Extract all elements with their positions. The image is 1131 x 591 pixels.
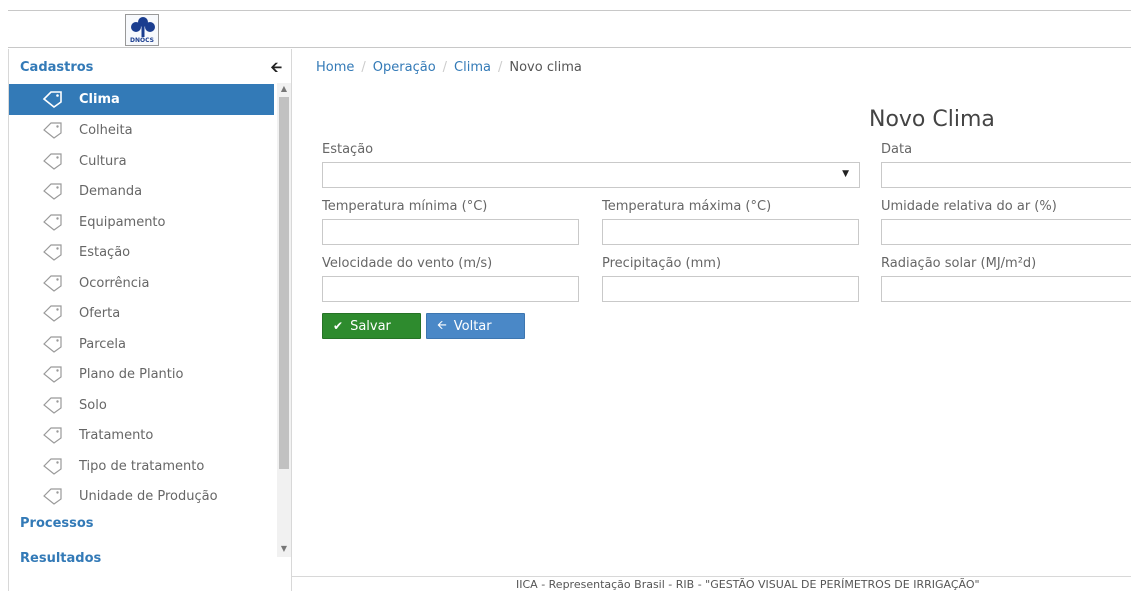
breadcrumb: Home / Operação / Clima / Novo clima — [316, 60, 582, 75]
radiacao-input[interactable] — [881, 276, 1131, 302]
sidebar-item-clima[interactable]: Clima — [9, 84, 274, 115]
sidebar-item-label: Cultura — [79, 153, 127, 169]
breadcrumb-operacao[interactable]: Operação — [373, 60, 436, 75]
arrow-left-icon[interactable]: 🡨 — [271, 52, 282, 84]
footer-text: IICA - Representação Brasil - RIB - "GES… — [516, 578, 980, 591]
sidebar-item-estacao[interactable]: Estação — [9, 237, 274, 268]
tag-icon — [43, 214, 62, 231]
arrow-left-icon: 🡨 — [437, 317, 447, 332]
breadcrumb-clima[interactable]: Clima — [454, 60, 491, 75]
vento-label: Velocidade do vento (m/s) — [322, 256, 493, 271]
scroll-up-icon[interactable]: ▲ — [277, 84, 291, 93]
scrollbar-thumb[interactable] — [279, 97, 289, 469]
vento-input[interactable] — [322, 276, 579, 302]
sidebar-item-label: Parcela — [79, 336, 127, 352]
sidebar-item-unidade-de-producao[interactable]: Unidade de Produção — [9, 481, 274, 512]
section-label-cadastros: Cadastros — [20, 60, 94, 75]
sidebar-item-label: Clima — [79, 91, 120, 107]
sidebar-scrollbar[interactable]: ▲ ▼ — [277, 83, 291, 557]
sidebar-section-cadastros[interactable]: Cadastros 🡨 — [9, 52, 292, 84]
estacao-select[interactable]: ▼ — [322, 162, 860, 188]
check-icon: ✔ — [333, 319, 344, 333]
precipitacao-label: Precipitação (mm) — [602, 256, 722, 271]
tag-icon — [43, 397, 62, 414]
sidebar-item-tipo-de-tratamento[interactable]: Tipo de tratamento — [9, 451, 274, 482]
back-button-label: Voltar — [453, 318, 492, 334]
sidebar-item-label: Demanda — [79, 183, 143, 199]
radiacao-label: Radiação solar (MJ/m²d) — [881, 256, 1037, 271]
breadcrumb-separator: / — [442, 60, 448, 75]
data-input[interactable] — [881, 162, 1131, 188]
temp-min-label: Temperatura mínima (°C) — [322, 199, 488, 214]
dnocs-logo[interactable]: DNOCS — [125, 14, 159, 46]
sidebar-item-label: Tipo de tratamento — [79, 458, 205, 474]
tag-icon — [43, 122, 62, 139]
tag-icon — [43, 275, 62, 292]
sidebar-item-label: Estação — [79, 244, 131, 260]
sidebar-item-tratamento[interactable]: Tratamento — [9, 420, 274, 451]
sidebar-item-label: Unidade de Produção — [79, 488, 218, 504]
logo-text: DNOCS — [130, 37, 154, 44]
sidebar-item-label: Tratamento — [79, 427, 154, 443]
sidebar-item-label: Plano de Plantio — [79, 366, 184, 382]
precipitacao-input[interactable] — [602, 276, 859, 302]
sidebar-item-demanda[interactable]: Demanda — [9, 176, 274, 207]
save-button[interactable]: ✔ Salvar — [322, 313, 421, 339]
umidade-label: Umidade relativa do ar (%) — [881, 199, 1057, 214]
sidebar-item-parcela[interactable]: Parcela — [9, 329, 274, 360]
estacao-label: Estação — [322, 142, 374, 157]
sidebar-item-equipamento[interactable]: Equipamento — [9, 207, 274, 238]
tag-icon — [43, 244, 62, 261]
temp-max-input[interactable] — [602, 219, 859, 245]
top-bar: DNOCS — [8, 10, 1131, 48]
sidebar-item-solo[interactable]: Solo — [9, 390, 274, 421]
umidade-input[interactable] — [881, 219, 1131, 245]
sidebar-menu: Clima Colheita Cultura Demanda Equipamen… — [9, 83, 293, 557]
tag-icon — [43, 183, 62, 200]
sidebar-item-label: Oferta — [79, 305, 121, 321]
sidebar-item-ocorrencia[interactable]: Ocorrência — [9, 268, 274, 299]
back-button[interactable]: 🡨 Voltar — [426, 313, 525, 339]
tag-icon — [43, 305, 62, 322]
section-label-processos: Processos — [20, 516, 94, 531]
tag-icon — [43, 336, 62, 353]
sidebar-item-label: Solo — [79, 397, 107, 413]
sidebar: Cadastros 🡨 Clima Colheita Cultura Deman… — [8, 49, 292, 591]
tag-icon — [43, 488, 62, 505]
sidebar-item-label: Colheita — [79, 122, 133, 138]
temp-max-label: Temperatura máxima (°C) — [602, 199, 772, 214]
breadcrumb-separator: / — [361, 60, 366, 75]
dnocs-logo-icon — [131, 17, 155, 37]
breadcrumb-current: Novo clima — [509, 60, 582, 75]
sidebar-section-processos[interactable]: Processos — [9, 508, 292, 540]
section-label-resultados: Resultados — [20, 551, 102, 566]
tag-icon — [43, 427, 62, 444]
tag-icon — [42, 91, 62, 108]
tag-icon — [43, 153, 62, 170]
sidebar-item-cultura[interactable]: Cultura — [9, 146, 274, 177]
tag-icon — [43, 366, 62, 383]
sidebar-item-plano-de-plantio[interactable]: Plano de Plantio — [9, 359, 274, 390]
main-content: Home / Operação / Clima / Novo clima Novo Clim… — [292, 49, 1131, 576]
sidebar-section-resultados[interactable]: Resultados — [9, 543, 292, 575]
data-label: Data — [881, 142, 913, 157]
chevron-down-icon: ▼ — [842, 169, 849, 179]
page-title: Novo Clima — [869, 107, 995, 132]
footer: IICA - Representação Brasil - RIB - "GES… — [292, 576, 1131, 591]
save-button-label: Salvar — [350, 318, 391, 334]
sidebar-item-label: Equipamento — [79, 214, 166, 230]
tag-icon — [43, 458, 62, 475]
breadcrumb-separator: / — [497, 60, 503, 75]
sidebar-item-oferta[interactable]: Oferta — [9, 298, 274, 329]
sidebar-item-colheita[interactable]: Colheita — [9, 115, 274, 146]
breadcrumb-home[interactable]: Home — [316, 60, 354, 75]
temp-min-input[interactable] — [322, 219, 579, 245]
sidebar-item-label: Ocorrência — [79, 275, 150, 291]
